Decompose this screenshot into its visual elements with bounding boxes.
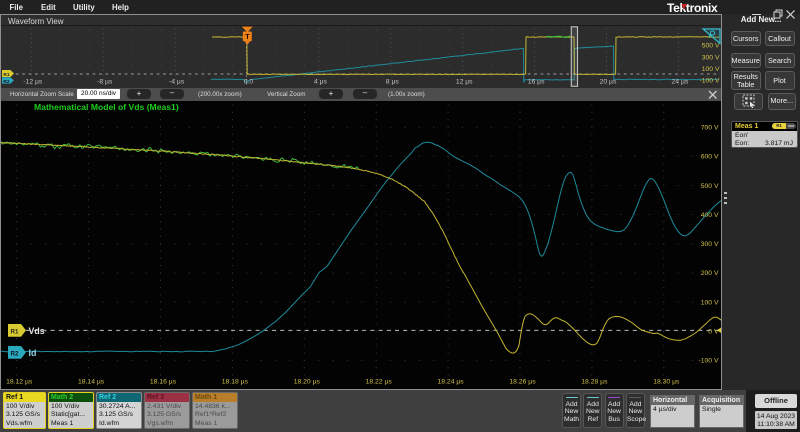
svg-text:0.0: 0.0 <box>244 79 254 86</box>
svg-text:18.20 µs: 18.20 µs <box>294 379 321 386</box>
svg-text:300 V: 300 V <box>701 241 719 248</box>
svg-text:R2: R2 <box>3 79 9 85</box>
svg-text:18.22 µs: 18.22 µs <box>366 379 393 386</box>
svg-text:-12 µs: -12 µs <box>23 79 43 86</box>
svg-text:20 µs: 20 µs <box>600 79 617 86</box>
svg-text:100 V: 100 V <box>702 66 720 73</box>
svg-text:18.28 µs: 18.28 µs <box>581 379 608 386</box>
svg-text:18.30 µs: 18.30 µs <box>653 379 680 386</box>
svg-text:18.12 µs: 18.12 µs <box>6 379 33 386</box>
svg-text:T: T <box>245 32 250 41</box>
svg-text:R1: R1 <box>11 328 19 335</box>
svg-text:18.26 µs: 18.26 µs <box>509 379 536 386</box>
svg-text:Id: Id <box>29 348 37 358</box>
svg-text:400 V: 400 V <box>701 212 719 219</box>
svg-text:24 µs: 24 µs <box>672 79 689 86</box>
svg-text:12 µs: 12 µs <box>456 79 473 86</box>
svg-text:R1: R1 <box>3 72 9 78</box>
svg-text:8 µs: 8 µs <box>386 79 400 86</box>
svg-text:16 µs: 16 µs <box>528 79 545 86</box>
svg-text:-100 V: -100 V <box>699 78 719 85</box>
svg-text:4 µs: 4 µs <box>314 79 328 86</box>
svg-text:18.16 µs: 18.16 µs <box>150 379 177 386</box>
svg-text:18.18 µs: 18.18 µs <box>222 379 249 386</box>
svg-text:100 V: 100 V <box>701 299 719 306</box>
svg-text:600 V: 600 V <box>701 154 719 161</box>
svg-text:200 V: 200 V <box>701 270 719 277</box>
svg-text:500 V: 500 V <box>702 43 720 50</box>
svg-text:18.24 µs: 18.24 µs <box>437 379 464 386</box>
svg-text:Vds: Vds <box>29 326 45 336</box>
svg-text:R2: R2 <box>11 350 19 357</box>
svg-text:-4 µs: -4 µs <box>169 79 185 86</box>
svg-text:700 V: 700 V <box>701 125 719 132</box>
svg-text:500 V: 500 V <box>701 183 719 190</box>
svg-text:300 V: 300 V <box>702 54 720 61</box>
svg-text:-8 µs: -8 µs <box>97 79 113 86</box>
svg-text:-100 V: -100 V <box>698 358 718 365</box>
svg-text:18.14 µs: 18.14 µs <box>78 379 105 386</box>
svg-text:0 V: 0 V <box>708 329 719 336</box>
